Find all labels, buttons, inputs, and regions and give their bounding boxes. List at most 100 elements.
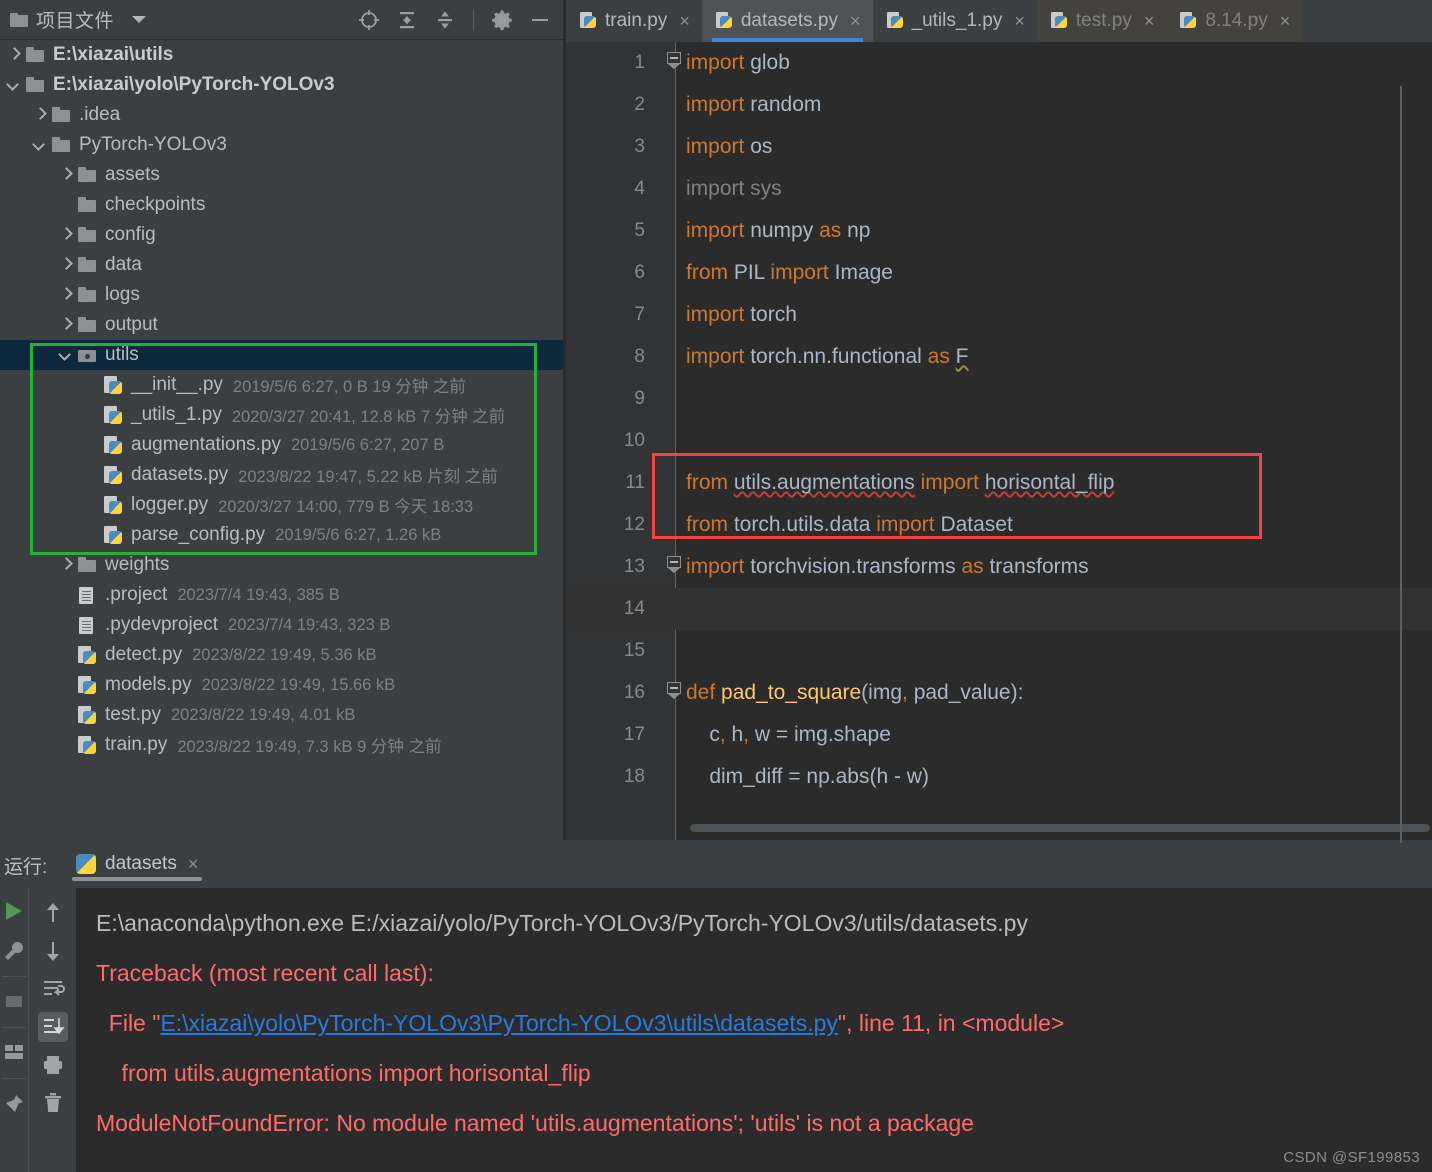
close-icon[interactable]: ×	[1014, 11, 1025, 32]
tree-row[interactable]: output	[0, 310, 566, 340]
chevron-down-icon[interactable]	[8, 79, 20, 91]
code-line[interactable]: 8 import torch.nn.functional as F	[566, 336, 1432, 378]
tree-row[interactable]: train.py 2023/8/22 19:49, 7.3 kB 9 分钟 之前	[0, 730, 566, 760]
code-line[interactable]: 5 import numpy as np	[566, 210, 1432, 252]
collapse-all-icon[interactable]	[433, 8, 457, 32]
tree-row[interactable]: .idea	[0, 100, 566, 130]
soft-wrap-icon[interactable]	[38, 974, 68, 1004]
print-icon[interactable]	[38, 1050, 68, 1080]
code-fold-icon[interactable]	[667, 556, 681, 573]
run-icon[interactable]	[0, 896, 29, 926]
editor-tab[interactable]: test.py ×	[1036, 0, 1167, 42]
code-lines[interactable]: 1 import glob 2 import random 3 import os 4 imp…	[566, 42, 1432, 798]
close-icon[interactable]: ×	[850, 11, 861, 32]
tree-row[interactable]: .pydevproject 2023/7/4 19:43, 323 B	[0, 610, 566, 640]
console-line: from utils.augmentations import horisont…	[96, 1048, 1432, 1098]
settings-gear-icon[interactable]	[490, 8, 514, 32]
pin-icon[interactable]	[0, 1089, 29, 1119]
chevron-right-icon[interactable]	[60, 319, 72, 331]
code-line[interactable]: 10	[566, 420, 1432, 462]
run-tab-datasets[interactable]: datasets ×	[66, 850, 208, 881]
tree-row[interactable]: data	[0, 250, 566, 280]
console-vertical-scrollbar[interactable]	[1420, 888, 1432, 1172]
layout-icon[interactable]	[0, 1038, 29, 1068]
wrench-icon[interactable]	[0, 936, 29, 966]
chevron-right-icon[interactable]	[60, 259, 72, 271]
chevron-right-icon[interactable]	[60, 229, 72, 241]
close-icon[interactable]: ×	[188, 854, 199, 875]
tree-row[interactable]: logs	[0, 280, 566, 310]
code-line[interactable]: 18 dim_diff = np.abs(h - w)	[566, 756, 1432, 798]
tree-row[interactable]: E:\xiazai\utils	[0, 40, 566, 70]
tree-row[interactable]: assets	[0, 160, 566, 190]
editor-tab-label: test.py	[1075, 10, 1132, 31]
close-icon[interactable]: ×	[679, 11, 690, 32]
code-line[interactable]: 2 import random	[566, 84, 1432, 126]
tree-row[interactable]: weights	[0, 550, 566, 580]
tree-row[interactable]: parse_config.py 2019/5/6 6:27, 1.26 kB	[0, 520, 566, 550]
code-line[interactable]: 17 c, h, w = img.shape	[566, 714, 1432, 756]
project-title-group[interactable]: 项目文件	[0, 6, 147, 33]
scroll-to-end-icon[interactable]	[37, 1012, 68, 1042]
console-error-text: File "	[96, 1010, 161, 1036]
code-fold-icon[interactable]	[667, 52, 681, 69]
arrow-up-icon[interactable]	[38, 898, 68, 928]
tree-row[interactable]: models.py 2023/8/22 19:49, 15.66 kB	[0, 670, 566, 700]
chevron-right-icon[interactable]	[60, 289, 72, 301]
code-line[interactable]: 4 import sys	[566, 168, 1432, 210]
rail-divider	[2, 1078, 26, 1079]
tree-row[interactable]: __init__.py 2019/5/6 6:27, 0 B 19 分钟 之前	[0, 370, 566, 400]
chevron-right-icon[interactable]	[8, 49, 20, 61]
trash-icon[interactable]	[38, 1088, 68, 1118]
code-line[interactable]: 6 from PIL import Image	[566, 252, 1432, 294]
tree-row[interactable]: E:\xiazai\yolo\PyTorch-YOLOv3	[0, 70, 566, 100]
code-line[interactable]: 13 import torchvision.transforms as trans…	[566, 546, 1432, 588]
close-icon[interactable]: ×	[1280, 11, 1291, 32]
tree-row[interactable]: checkpoints	[0, 190, 566, 220]
tree-row[interactable]: detect.py 2023/8/22 19:49, 5.36 kB	[0, 640, 566, 670]
arrow-down-icon[interactable]	[38, 936, 68, 966]
editor-horizontal-scrollbar[interactable]	[690, 824, 1430, 832]
close-icon[interactable]: ×	[1144, 11, 1155, 32]
editor-tab[interactable]: train.py ×	[566, 0, 702, 42]
editor-tab[interactable]: datasets.py ×	[701, 0, 873, 42]
code-line[interactable]: 16 def pad_to_square(img, pad_value):	[566, 672, 1432, 714]
code-editor[interactable]: 1 import glob 2 import random 3 import os 4 imp…	[566, 42, 1432, 846]
editor-tab[interactable]: _utils_1.py ×	[872, 0, 1037, 42]
tree-row[interactable]: datasets.py 2023/8/22 19:47, 5.22 kB 片刻 之…	[0, 460, 566, 490]
tree-row[interactable]: .project 2023/7/4 19:43, 385 B	[0, 580, 566, 610]
code-fold-icon[interactable]	[667, 682, 681, 699]
editor-tab[interactable]: 8.14.py ×	[1166, 0, 1303, 42]
console-file-link[interactable]: E:\xiazai\yolo\PyTorch-YOLOv3\PyTorch-YO…	[160, 1010, 838, 1036]
tree-row[interactable]: config	[0, 220, 566, 250]
code-line[interactable]: 9	[566, 378, 1432, 420]
tree-row[interactable]: logger.py 2020/3/27 14:00, 779 B 今天 18:33	[0, 490, 566, 520]
tree-row[interactable]: augmentations.py 2019/5/6 6:27, 207 B	[0, 430, 566, 460]
tree-row[interactable]: PyTorch-YOLOv3	[0, 130, 566, 160]
project-file-tree[interactable]: E:\xiazai\utils E:\xiazai\yolo\PyTorch-YO…	[0, 40, 566, 840]
minimize-icon[interactable]	[528, 8, 552, 32]
chevron-right-icon[interactable]	[34, 109, 46, 121]
code-line[interactable]: 12 from torch.utils.data import Dataset	[566, 504, 1432, 546]
code-line[interactable]: 3 import os	[566, 126, 1432, 168]
stop-icon[interactable]	[0, 987, 29, 1017]
chevron-right-icon[interactable]	[60, 559, 72, 571]
code-line[interactable]: 11 from utils.augmentations import horiso…	[566, 462, 1432, 504]
chevron-down-icon[interactable]	[34, 139, 46, 151]
code-line[interactable]: 7 import torch	[566, 294, 1432, 336]
expand-all-icon[interactable]	[395, 8, 419, 32]
tree-row[interactable]: _utils_1.py 2020/3/27 20:41, 12.8 kB 7 分钟…	[0, 400, 566, 430]
code-line[interactable]: 1 import glob	[566, 42, 1432, 84]
python-file-icon	[104, 495, 123, 515]
locate-icon[interactable]	[357, 8, 381, 32]
code-line[interactable]: 14	[566, 588, 1432, 630]
chevron-down-icon[interactable]	[60, 349, 72, 361]
tree-row[interactable]: utils	[0, 340, 566, 370]
console-line: ModuleNotFoundError: No module named 'ut…	[96, 1098, 1432, 1148]
chevron-down-icon[interactable]	[132, 16, 147, 23]
console-output[interactable]: E:\anaconda\python.exe E:/xiazai/yolo/Py…	[76, 888, 1432, 1172]
code-line[interactable]: 15	[566, 630, 1432, 672]
chevron-right-icon[interactable]	[60, 169, 72, 181]
tree-row[interactable]: test.py 2023/8/22 19:49, 4.01 kB	[0, 700, 566, 730]
